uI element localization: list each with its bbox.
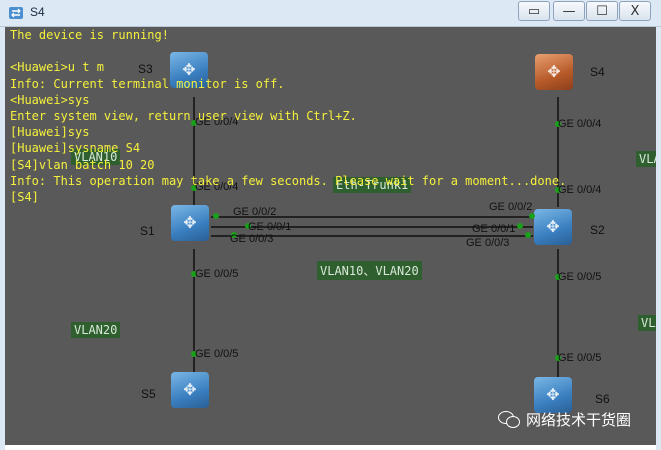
maximize-button[interactable]: ☐ bbox=[586, 1, 618, 21]
port-dot-s1-p2 bbox=[213, 213, 219, 219]
watermark-text: 网络技术干货圈 bbox=[526, 410, 632, 429]
vlan-label-left-vlan20: VLAN20 bbox=[71, 322, 121, 338]
vlan-label-right-top: VLA bbox=[636, 151, 656, 167]
console-line: <Huawei>sys bbox=[10, 92, 90, 107]
port-label-s6-up: GE 0/0/5 bbox=[558, 352, 602, 364]
vlan-label-right-mid: VLA bbox=[638, 315, 656, 331]
port-label-s1-p3: GE 0/0/3 bbox=[230, 233, 274, 245]
window-title: S4 bbox=[30, 5, 45, 19]
console-prompt: [S4] bbox=[10, 190, 39, 205]
console-line: [Huawei]sys bbox=[10, 125, 90, 140]
port-label-s1-p1: GE 0/0/1 bbox=[248, 221, 292, 233]
device-label-s6: S6 bbox=[595, 392, 610, 406]
port-label-s2-p3: GE 0/0/3 bbox=[466, 237, 510, 249]
wechat-icon bbox=[498, 410, 520, 428]
console-line: Info: Current terminal monitor is off. bbox=[10, 76, 285, 91]
port-dot-s2-p1 bbox=[517, 223, 523, 229]
window-frame-right bbox=[656, 27, 661, 450]
port-label-s1-down: GE 0/0/5 bbox=[195, 268, 239, 280]
console-line: <Huawei>u t m bbox=[10, 60, 104, 75]
switch-s1-icon[interactable]: ✥ bbox=[171, 205, 209, 241]
port-label-s5-up: GE 0/0/5 bbox=[195, 348, 239, 360]
terminal-area[interactable]: ✥ ✥ ✥ ✥ ✥ ✥ S3 S4 S1 S2 S5 S6 GE 0/0/4 G… bbox=[5, 27, 656, 445]
restore-button[interactable]: ▭ bbox=[518, 1, 550, 21]
port-dot-s2-p2 bbox=[529, 213, 535, 219]
port-label-s2-down: GE 0/0/5 bbox=[558, 271, 602, 283]
device-label-s1: S1 bbox=[140, 224, 155, 238]
switch-s5-icon[interactable]: ✥ bbox=[171, 372, 209, 408]
console-line: [Huawei]sysname S4 bbox=[10, 141, 141, 156]
watermark: 网络技术干货圈 bbox=[498, 408, 631, 430]
device-label-s5: S5 bbox=[141, 387, 156, 401]
console-output[interactable]: The device is running! <Huawei>u t m Inf… bbox=[10, 27, 566, 205]
console-line: The device is running! bbox=[10, 28, 169, 42]
switch-s2-icon[interactable]: ✥ bbox=[534, 209, 572, 245]
device-label-s4: S4 bbox=[590, 65, 605, 79]
window-titlebar[interactable]: S4 ▭ — ☐ X bbox=[0, 0, 661, 27]
port-dot-s2-p3 bbox=[525, 232, 531, 238]
device-label-s2: S2 bbox=[590, 223, 605, 237]
console-line: Info: This operation may take a few seco… bbox=[10, 173, 567, 188]
port-label-s1-p2: GE 0/0/2 bbox=[233, 206, 277, 218]
minimize-button[interactable]: — bbox=[553, 1, 585, 21]
switch-app-icon bbox=[9, 7, 23, 19]
console-line: [S4]vlan batch 10 20 bbox=[10, 157, 155, 172]
close-button[interactable]: X bbox=[619, 1, 651, 21]
console-line: Enter system view, return user view with… bbox=[10, 109, 357, 124]
vlan-label-trunk-vlans: VLAN10、VLAN20 bbox=[317, 261, 422, 280]
port-label-s2-p1: GE 0/0/1 bbox=[472, 223, 516, 235]
